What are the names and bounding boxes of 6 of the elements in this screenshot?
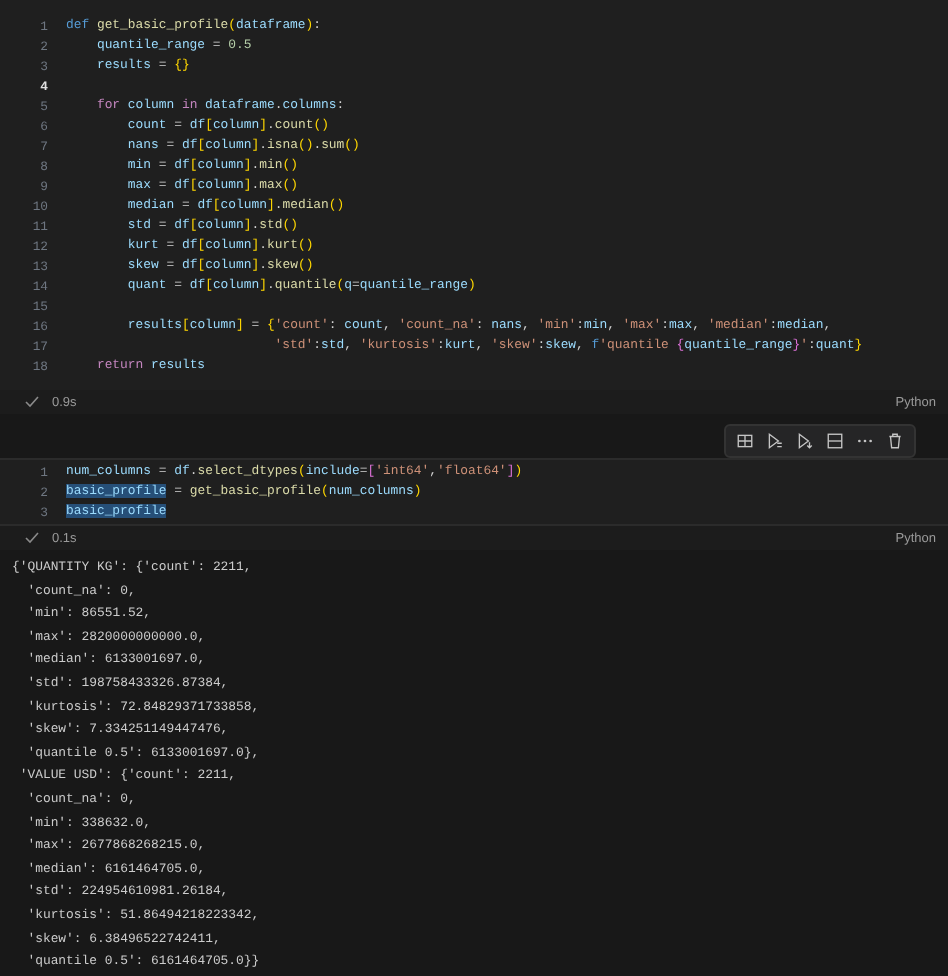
trash-icon: [886, 432, 904, 450]
play-icon: [766, 432, 784, 450]
split-button[interactable]: [822, 428, 848, 454]
split-icon: [826, 432, 844, 450]
play-icon: [796, 432, 814, 450]
grid-icon: [736, 432, 754, 450]
